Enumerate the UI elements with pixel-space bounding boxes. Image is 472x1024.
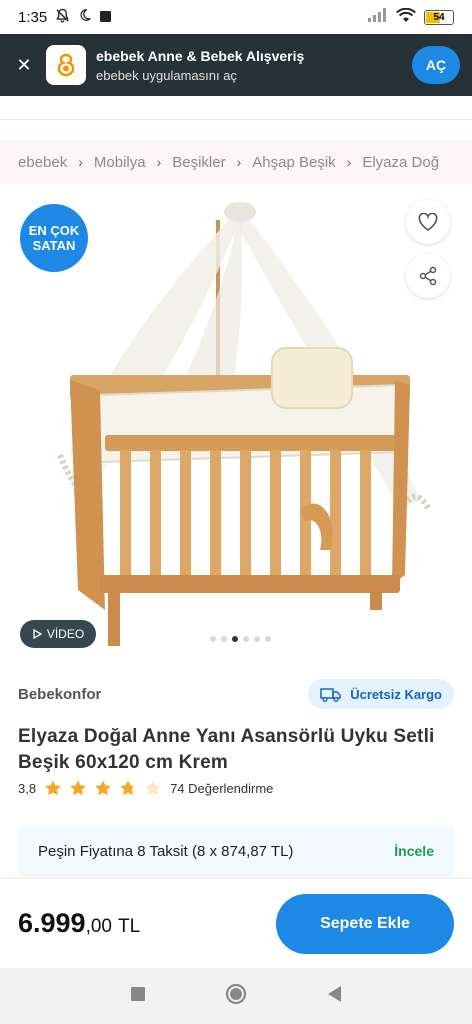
- price: 6.999 ,00 TL: [18, 908, 140, 939]
- star-icon: [45, 780, 61, 796]
- chevron-right-icon: ›: [236, 154, 242, 170]
- add-to-cart-button[interactable]: Sepete Ekle: [276, 893, 454, 954]
- video-button[interactable]: VİDEO: [20, 620, 96, 648]
- heart-icon: [418, 213, 438, 231]
- installment-info: Peşin Fiyatına 8 Taksit (8 x 874,87 TL) …: [18, 826, 454, 876]
- app-install-banner: ✕ ebebek Anne & Bebek Alışveriş ebebek u…: [0, 34, 472, 96]
- ebebek-logo-icon: [46, 45, 86, 85]
- battery-level: 54: [433, 11, 445, 23]
- open-app-button[interactable]: AÇ: [412, 46, 460, 84]
- rating-row[interactable]: 3,8 74 Değerlendirme: [18, 778, 273, 798]
- video-label: VİDEO: [46, 627, 85, 641]
- product-image-gallery[interactable]: EN ÇOK SATAN VİDEO: [0, 190, 472, 656]
- wifi-icon: [396, 7, 416, 27]
- free-shipping-label: Ücretsiz Kargo: [350, 686, 442, 702]
- price-decimal: ,00: [85, 916, 112, 937]
- star-icon: [95, 780, 111, 796]
- breadcrumb-item-ebebek[interactable]: ebebek: [18, 154, 67, 171]
- breadcrumb: ebebek › Mobilya › Beşikler › Ahşap Beşi…: [0, 140, 472, 184]
- banner-text: ebebek Anne & Bebek Alışveriş ebebek uyg…: [96, 48, 304, 83]
- play-icon: [33, 629, 42, 639]
- installment-text: Peşin Fiyatına 8 Taksit (8 x 874,87 TL): [38, 842, 294, 860]
- best-seller-badge: EN ÇOK SATAN: [20, 204, 88, 272]
- chevron-right-icon: ›: [346, 154, 352, 170]
- home-icon[interactable]: [225, 983, 247, 1010]
- favorite-button[interactable]: [406, 200, 450, 244]
- purchase-bar: 6.999 ,00 TL Sepete Ekle: [0, 878, 472, 968]
- star-icon: [120, 780, 136, 796]
- pagination-dot[interactable]: [232, 636, 238, 642]
- chevron-right-icon: ›: [156, 154, 162, 170]
- brand-name[interactable]: Bebekonfor: [18, 686, 101, 703]
- pagination-dot[interactable]: [254, 636, 260, 642]
- price-integer: 6.999: [18, 908, 86, 938]
- recent-apps-icon[interactable]: [130, 986, 146, 1007]
- breadcrumb-item-ahsap-besik[interactable]: Ahşap Beşik: [252, 154, 335, 171]
- free-shipping-badge: Ücretsiz Kargo: [308, 679, 454, 709]
- chevron-right-icon: ›: [78, 154, 83, 170]
- price-currency: TL: [118, 916, 141, 937]
- share-button[interactable]: [406, 254, 450, 298]
- battery-icon: 54: [424, 9, 454, 25]
- share-icon: [419, 266, 437, 286]
- system-nav-bar: [0, 968, 472, 1024]
- star-icon: [70, 780, 86, 796]
- status-bar: 1:35 54: [0, 0, 472, 34]
- pagination-dot[interactable]: [243, 636, 249, 642]
- moon-icon: [78, 8, 92, 26]
- stop-square-icon: [100, 9, 112, 26]
- pagination-dot[interactable]: [221, 636, 227, 642]
- truck-icon: [320, 688, 341, 702]
- status-left: 1:35: [18, 8, 112, 27]
- pagination-dot[interactable]: [210, 636, 216, 642]
- breadcrumb-item-product[interactable]: Elyaza Doğ: [362, 154, 439, 171]
- badge-line1: EN ÇOK: [28, 223, 80, 238]
- rating-value: 3,8: [18, 780, 37, 796]
- installment-details-link[interactable]: İncele: [394, 843, 434, 859]
- gallery-pagination: [210, 636, 271, 642]
- breadcrumb-item-mobilya[interactable]: Mobilya: [94, 154, 146, 171]
- back-icon[interactable]: [326, 985, 342, 1008]
- close-icon[interactable]: ✕: [14, 55, 34, 76]
- banner-title: ebebek Anne & Bebek Alışveriş: [96, 47, 305, 64]
- signal-icon: [368, 8, 388, 26]
- breadcrumb-item-besikler[interactable]: Beşikler: [172, 154, 225, 171]
- badge-line2: SATAN: [32, 238, 76, 253]
- status-right: 54: [368, 7, 454, 27]
- star-icon: [145, 780, 161, 796]
- product-title: Elyaza Doğal Anne Yanı Asansörlü Uyku Se…: [18, 726, 435, 773]
- brand-row: Bebekonfor Ücretsiz Kargo: [18, 678, 454, 710]
- header-strip: [0, 96, 472, 120]
- review-count[interactable]: 74 Değerlendirme: [170, 781, 273, 796]
- pagination-dot[interactable]: [265, 636, 271, 642]
- status-time: 1:35: [18, 8, 48, 26]
- mute-bell-icon: [55, 8, 70, 27]
- rating-stars: [44, 779, 162, 797]
- banner-subtitle: ebebek uygulamasını aç: [96, 67, 237, 83]
